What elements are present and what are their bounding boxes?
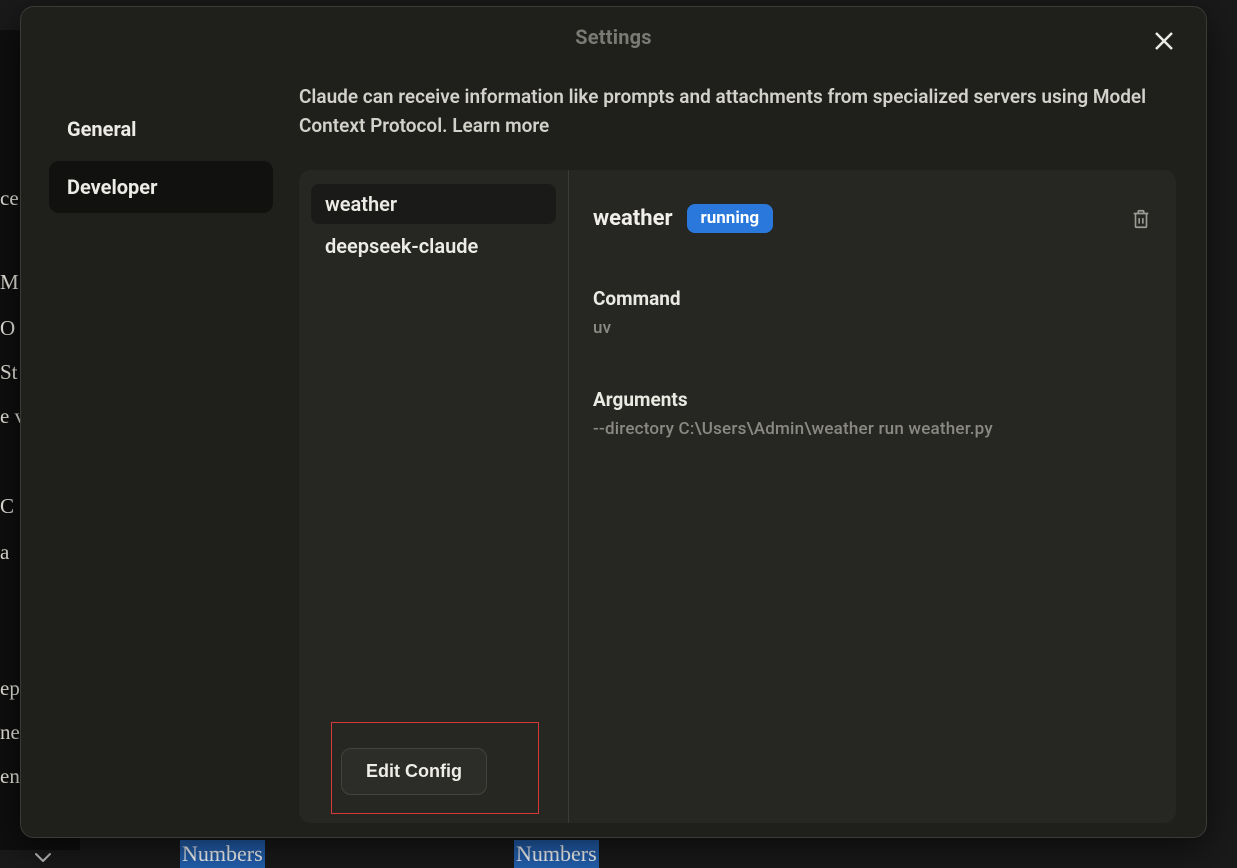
edit-config-wrapper: Edit Config <box>311 736 556 809</box>
nav-item-developer[interactable]: Developer <box>49 161 273 213</box>
settings-modal: Settings General Developer Claude can re… <box>20 6 1207 838</box>
settings-content: Claude can receive information like prom… <box>299 79 1206 837</box>
bg-text: ne <box>0 720 20 745</box>
server-list: weather deepseek-claude Edit Config <box>299 170 569 823</box>
server-detail-header: weather running <box>593 204 1152 233</box>
trash-icon <box>1130 208 1152 230</box>
servers-panel: weather deepseek-claude Edit Config weat… <box>299 170 1176 823</box>
bg-text: a <box>0 540 9 565</box>
server-name: weather <box>593 206 673 231</box>
bg-text: ce <box>0 186 19 211</box>
bg-highlight-text: Numbers <box>514 840 599 868</box>
status-badge: running <box>687 204 774 233</box>
settings-nav: General Developer <box>21 79 299 837</box>
arguments-value: --directory C:\Users\Admin\weather run w… <box>593 419 1152 439</box>
close-button[interactable] <box>1152 29 1176 53</box>
nav-item-general[interactable]: General <box>49 103 273 155</box>
command-label: Command <box>593 287 1152 310</box>
mcp-description: Claude can receive information like prom… <box>299 83 1176 140</box>
learn-more-link[interactable]: Learn more <box>452 114 549 137</box>
description-text: Claude can receive information like prom… <box>299 85 1146 137</box>
bg-text: St <box>0 360 18 385</box>
arguments-label: Arguments <box>593 388 1152 411</box>
command-value: uv <box>593 318 1152 338</box>
edit-config-button[interactable]: Edit Config <box>341 748 487 795</box>
bg-text: C <box>0 494 14 519</box>
server-detail: weather running Command uv Arguments --d… <box>569 170 1176 823</box>
server-item-weather[interactable]: weather <box>311 184 556 224</box>
modal-title: Settings <box>21 25 1206 49</box>
chevron-down-icon[interactable] <box>24 846 62 868</box>
server-item-deepseek-claude[interactable]: deepseek-claude <box>311 226 556 266</box>
close-icon <box>1152 29 1176 53</box>
delete-server-button[interactable] <box>1130 208 1152 230</box>
spacer <box>311 268 556 736</box>
bg-highlight-text: Numbers <box>180 840 265 868</box>
bg-text: M <box>0 270 19 295</box>
modal-body: General Developer Claude can receive inf… <box>21 79 1206 837</box>
bg-text: en <box>0 764 20 789</box>
bg-text: O <box>0 316 15 341</box>
bg-text: ep <box>0 676 20 701</box>
